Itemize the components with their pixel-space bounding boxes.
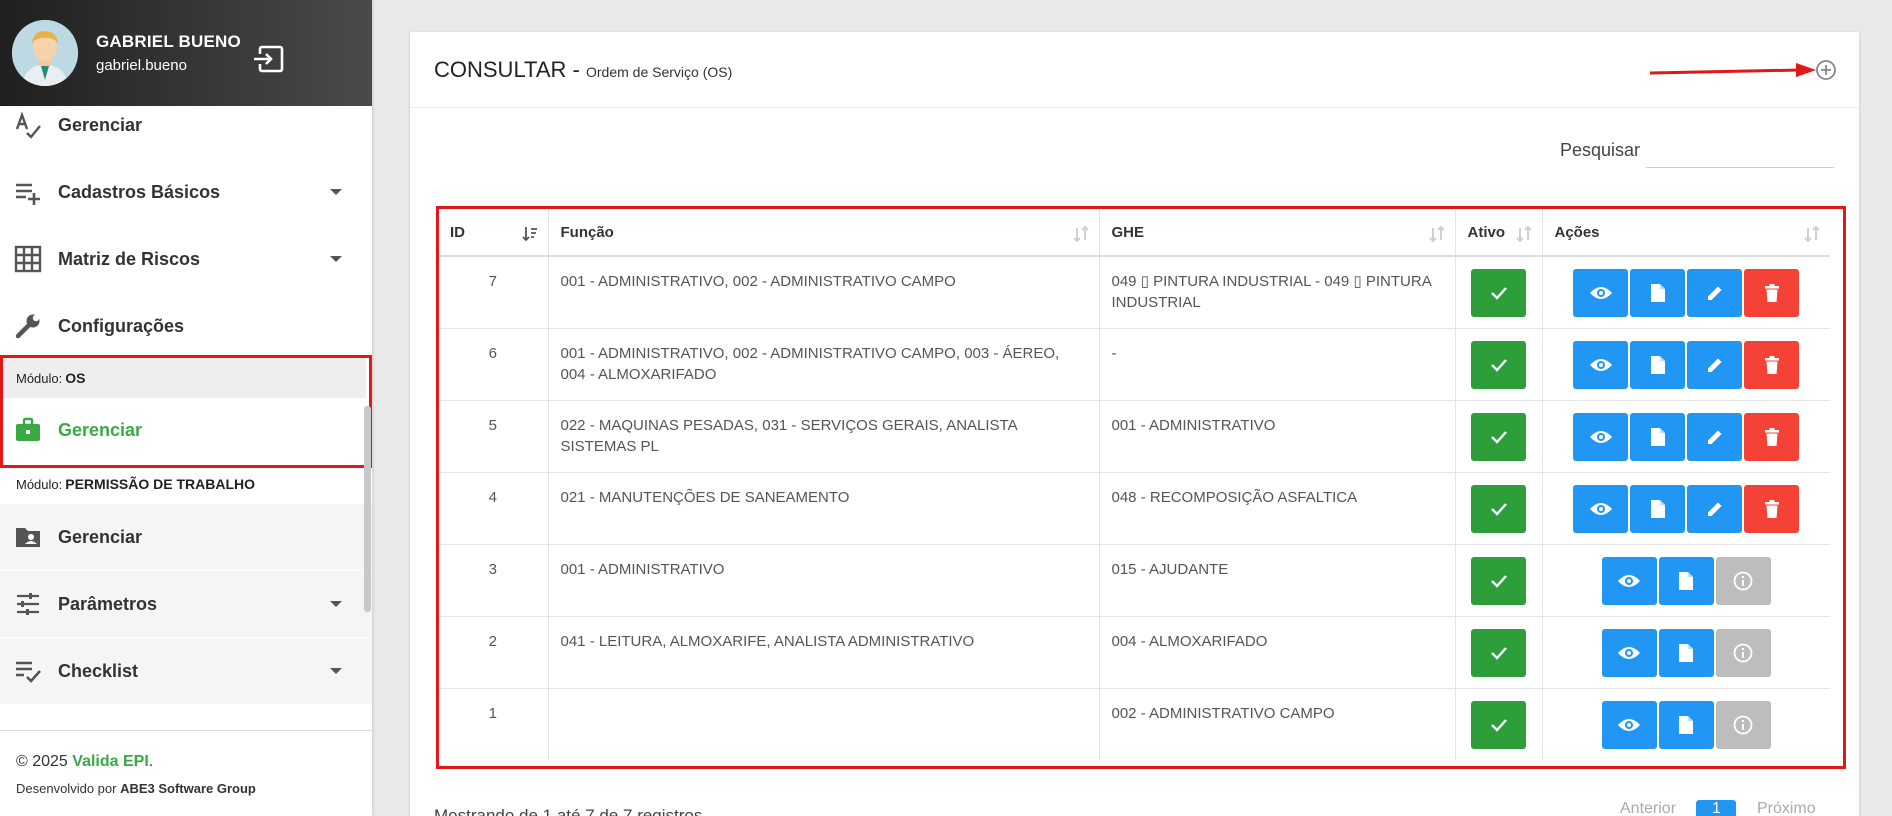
copyright-dot: .: [148, 753, 154, 770]
copyright: © 2025 Valida EPI.: [16, 753, 372, 771]
sidebar-item-label: Gerenciar: [58, 526, 143, 547]
pagination: Anterior 1 Próximo: [1620, 800, 1832, 816]
sidebar: GABRIEL BUENO gabriel.bueno Gerenciar Ca…: [0, 0, 372, 816]
search-label: Pesquisar: [1560, 140, 1641, 160]
add-circle-icon[interactable]: [1814, 58, 1838, 82]
page-title: CONSULTAR - Ordem de Serviço (OS): [434, 57, 732, 83]
grid-icon: [14, 245, 42, 273]
developer-company: ABE3 Software Group: [120, 781, 256, 796]
sidebar-item-cadastros[interactable]: Cadastros Básicos: [0, 159, 372, 225]
highlight-box-table: [436, 206, 1846, 769]
chevron-down-icon: [330, 668, 342, 674]
wrench-icon: [15, 314, 40, 339]
sidebar-item-label: Cadastros Básicos: [58, 181, 221, 202]
page-subtitle: Ordem de Serviço (OS): [585, 64, 733, 80]
sidebar-item-label: Configurações: [58, 315, 185, 336]
module-prefix: Módulo:: [16, 476, 63, 492]
page-title-text: CONSULTAR -: [434, 57, 580, 82]
logout-icon[interactable]: [252, 44, 286, 74]
copyright-text: © 2025: [16, 753, 68, 770]
chevron-down-icon: [330, 256, 342, 262]
spellcheck-icon: [15, 111, 41, 139]
sidebar-item-gerenciar-top[interactable]: Gerenciar: [0, 92, 372, 158]
brand-link[interactable]: Valida EPI: [72, 753, 148, 770]
card-header: CONSULTAR - Ordem de Serviço (OS): [410, 32, 1859, 108]
sidebar-item-matriz[interactable]: Matriz de Riscos: [0, 226, 372, 292]
avatar: [12, 20, 78, 86]
playlist-add-icon: [16, 183, 40, 205]
user-login: gabriel.bueno: [96, 57, 187, 74]
module-header-pt: Módulo: PERMISSÃO DE TRABALHO: [0, 464, 366, 504]
checklist-icon: [16, 661, 41, 683]
developer-prefix: Desenvolvido por: [16, 781, 117, 796]
chevron-down-icon: [330, 601, 342, 607]
red-arrow-annotation: [1650, 63, 1816, 77]
sidebar-item-pt-gerenciar[interactable]: Gerenciar: [0, 504, 372, 570]
highlight-box-module-os: [0, 355, 372, 468]
pager-prev[interactable]: Anterior: [1620, 800, 1676, 816]
sidebar-item-checklist[interactable]: Checklist: [0, 638, 372, 704]
developer-credit: Desenvolvido por ABE3 Software Group: [16, 781, 372, 796]
sidebar-item-label: Checklist: [58, 660, 139, 681]
user-header: GABRIEL BUENO gabriel.bueno: [0, 0, 372, 106]
search-input[interactable]: [1646, 132, 1834, 168]
module-name: PERMISSÃO DE TRABALHO: [65, 476, 256, 492]
folder-user-icon: [16, 528, 40, 547]
sidebar-footer: © 2025 Valida EPI. Desenvolvido por ABE3…: [0, 730, 372, 816]
sidebar-item-label: Matriz de Riscos: [58, 248, 201, 269]
sidebar-item-configuracoes[interactable]: Configurações: [0, 293, 372, 359]
sidebar-item-parametros[interactable]: Parâmetros: [0, 571, 372, 637]
chevron-down-icon: [330, 189, 342, 195]
sidebar-scrollbar[interactable]: [364, 406, 371, 612]
sidebar-item-label: Gerenciar: [58, 114, 143, 135]
table-info: Mostrando de 1 até 7 de 7 registros: [434, 806, 703, 816]
pager-next[interactable]: Próximo: [1757, 800, 1816, 816]
user-name: GABRIEL BUENO: [96, 32, 241, 51]
sidebar-item-label: Parâmetros: [58, 593, 158, 614]
pager-page-1[interactable]: 1: [1696, 800, 1737, 816]
sliders-icon: [17, 593, 39, 615]
